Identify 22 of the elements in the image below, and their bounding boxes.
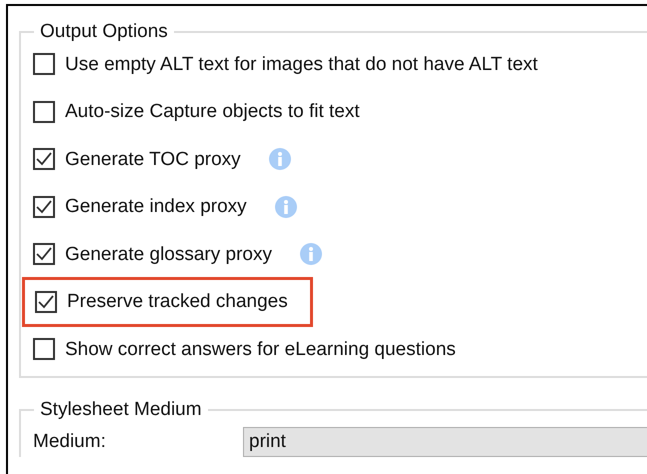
- checkbox[interactable]: [33, 243, 55, 266]
- checkbox-label: Show correct answers for eLearning questions: [65, 340, 456, 359]
- checkbox-label: Generate glossary proxy: [65, 244, 272, 264]
- checkmark-icon: [36, 247, 52, 262]
- checkbox[interactable]: [33, 148, 55, 170]
- checkbox[interactable]: [35, 290, 57, 313]
- checkbox-label: Generate index proxy: [65, 197, 247, 216]
- checkbox[interactable]: [33, 100, 55, 123]
- checkmark-icon: [38, 294, 54, 309]
- group-title: Output Options: [39, 20, 169, 44]
- medium-field[interactable]: print: [243, 426, 647, 456]
- checkbox[interactable]: [33, 338, 55, 360]
- checkbox-label: Generate TOC proxy: [65, 150, 241, 169]
- checkmark-icon: [36, 200, 52, 214]
- group-title: Stylesheet Medium: [39, 398, 203, 422]
- checkbox-label: Auto-size Capture objects to fit text: [65, 102, 360, 122]
- checkbox-label: Preserve tracked changes: [67, 292, 288, 312]
- field-label: Medium:: [33, 432, 107, 451]
- checkbox[interactable]: [33, 196, 55, 218]
- checkmark-icon: [36, 152, 52, 166]
- checkbox[interactable]: [33, 53, 55, 76]
- checkbox-label: Use empty ALT text for images that do not have ALT text: [65, 54, 538, 74]
